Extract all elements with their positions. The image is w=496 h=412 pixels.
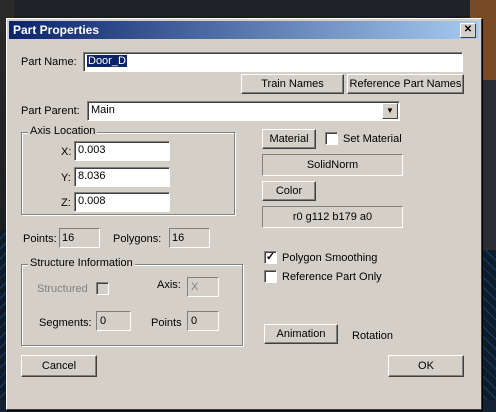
points-label: Points: [23,233,57,245]
material-value-display: SolidNorm [262,154,403,176]
segments-value: 0 [96,311,131,331]
color-button[interactable]: Color [262,181,316,201]
viewport-background-top [0,0,496,16]
chevron-down-icon[interactable]: ▼ [382,103,398,119]
reference-part-only-label: Reference Part Only [282,271,382,283]
viewport-wireframe-right [480,250,496,412]
rotation-label: Rotation [352,330,393,342]
axis-y-field[interactable]: 8.036 [74,167,170,187]
structured-label: Structured [37,283,88,295]
axis-y-label: Y: [61,172,71,184]
axis-z-field[interactable]: 0.008 [74,192,170,212]
segments-label: Segments: [39,317,92,329]
title-bar[interactable]: Part Properties ✕ [9,21,479,39]
structure-points-value: 0 [187,311,219,331]
axis-location-title: Axis Location [28,125,98,137]
structure-information-title: Structure Information [28,257,135,269]
close-button[interactable]: ✕ [460,23,476,38]
polygons-label: Polygons: [113,233,162,245]
axis-x-field[interactable]: 0.003 [74,141,170,161]
part-properties-dialog: Part Properties ✕ Part Name: Door_D Trai… [6,18,482,410]
set-material-label: Set Material [343,133,402,145]
animation-button[interactable]: Animation [264,324,338,344]
material-button[interactable]: Material [262,129,316,149]
structure-axis-label: Axis: [157,279,181,291]
dialog-title: Part Properties [13,23,100,37]
part-name-label: Part Name: [21,56,77,68]
part-parent-label: Part Parent: [21,105,80,117]
reference-part-names-button[interactable]: Reference Part Names [347,74,464,94]
part-name-field[interactable]: Door_D [83,52,463,72]
structure-axis-value: X [187,277,219,297]
set-material-checkbox[interactable] [325,132,338,145]
part-name-value: Door_D [87,55,127,67]
points-value: 16 [59,228,100,248]
polygons-value: 16 [169,228,210,248]
structure-points-label: Points [151,317,182,329]
axis-x-label: X: [61,146,72,158]
train-names-button[interactable]: Train Names [241,74,344,94]
cancel-button[interactable]: Cancel [21,355,97,377]
axis-z-label: Z: [61,197,71,209]
structured-checkbox[interactable] [96,282,109,295]
ok-button[interactable]: OK [388,355,464,377]
reference-part-only-checkbox[interactable] [264,270,277,283]
close-icon: ✕ [463,24,473,35]
part-parent-value: Main [91,104,115,116]
part-parent-select[interactable]: Main ▼ [87,101,400,121]
color-value-display: r0 g112 b179 a0 [262,206,403,228]
polygon-smoothing-checkbox[interactable]: ✓ [264,251,277,264]
polygon-smoothing-label: Polygon Smoothing [282,252,378,264]
